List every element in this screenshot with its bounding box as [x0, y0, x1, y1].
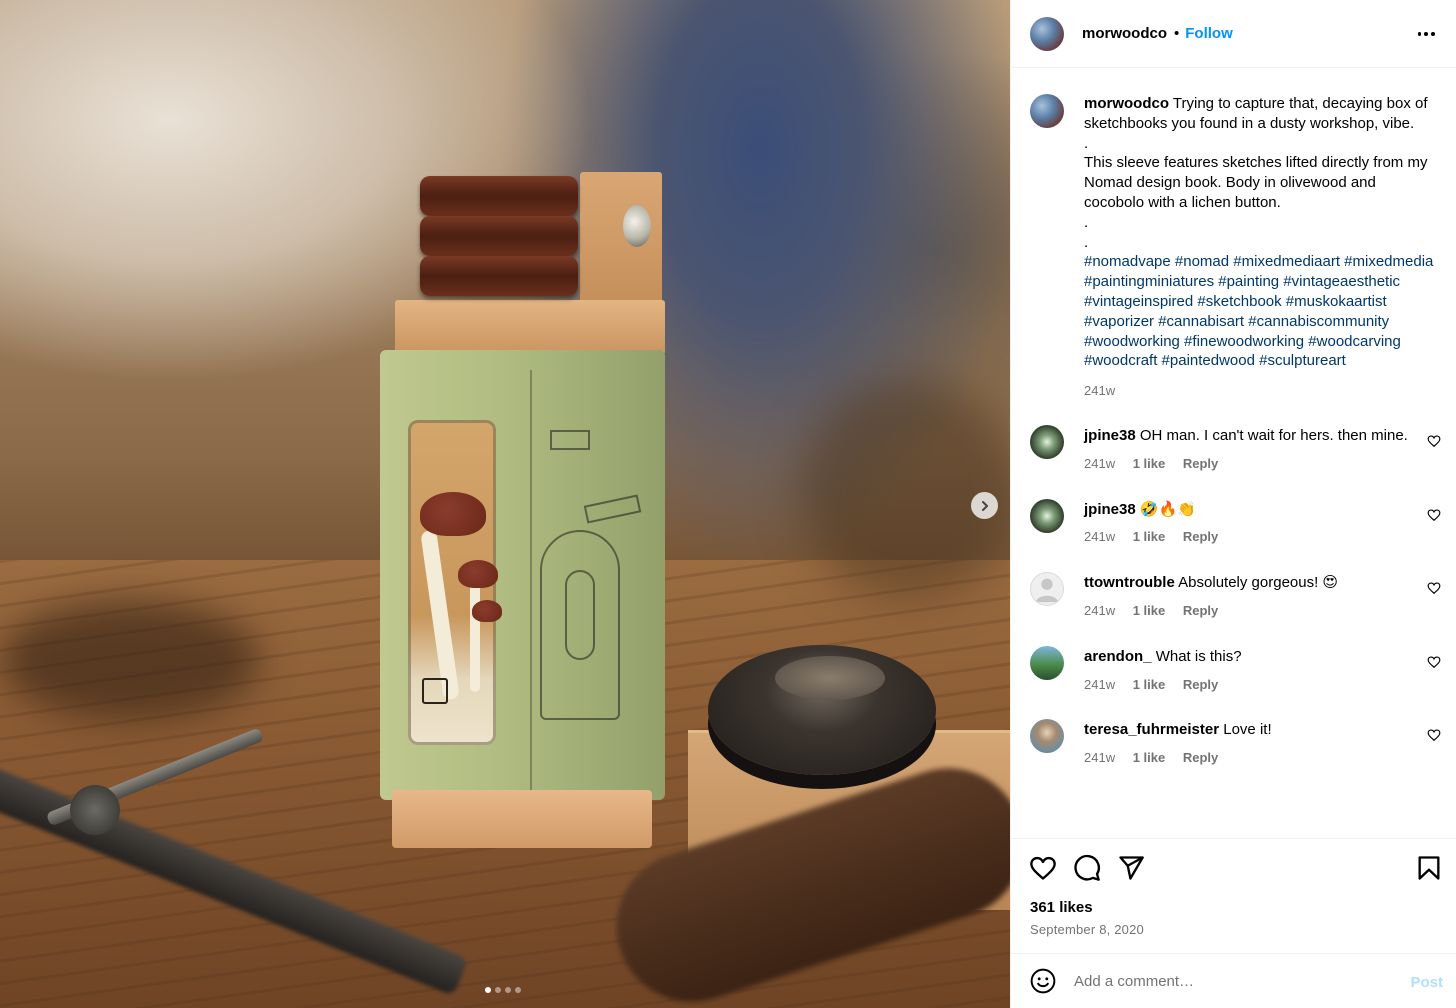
post-caption: morwoodco Trying to capture that, decayi…: [1011, 94, 1456, 401]
comment-username[interactable]: arendon_: [1084, 648, 1152, 665]
photo-blur-left: [0, 600, 260, 720]
commenter-avatar[interactable]: [1030, 424, 1064, 459]
post-header: morwoodco • Follow: [1011, 0, 1456, 68]
comment-time: 241w: [1084, 750, 1116, 766]
comment-item: jpine38 🤣🔥👏 241w 1 like Reply: [1011, 498, 1456, 548]
caption-author-avatar[interactable]: [1030, 94, 1064, 128]
comment-username[interactable]: jpine38: [1084, 501, 1136, 518]
post-comment-button[interactable]: Post: [1410, 974, 1443, 991]
header-separator: •: [1174, 25, 1180, 42]
default-user-icon: [1035, 578, 1059, 603]
author-avatar[interactable]: [1030, 16, 1064, 51]
comment-username[interactable]: ttowntrouble: [1084, 574, 1175, 591]
comment-like-heart-icon[interactable]: [1427, 728, 1441, 742]
like-heart-icon[interactable]: [1029, 854, 1057, 882]
comment-text: 🤣🔥👏: [1139, 500, 1196, 518]
comment-text: OH man. I can't wait for hers. then mine…: [1139, 426, 1408, 444]
comment-reply-button[interactable]: Reply: [1183, 677, 1218, 692]
comment-item: arendon_ What is this? 241w 1 like Reply: [1011, 645, 1456, 695]
carousel-dot-active: [485, 987, 491, 993]
carousel-indicator: [485, 987, 521, 993]
comment-item: jpine38 OH man. I can't wait for hers. t…: [1011, 424, 1456, 474]
comment-meta: 241w 1 like Reply: [1084, 748, 1437, 768]
comment-like-heart-icon[interactable]: [1427, 434, 1441, 448]
photo-sketch: [565, 570, 595, 660]
more-options-icon[interactable]: [1416, 24, 1436, 44]
comment-text: Love it!: [1223, 721, 1272, 739]
carousel-dot: [515, 987, 521, 993]
comment-likes[interactable]: 1 like: [1133, 603, 1166, 618]
comment-like-heart-icon[interactable]: [1427, 508, 1441, 522]
comment-username[interactable]: jpine38: [1084, 427, 1136, 444]
caption-time: 241w: [1084, 383, 1116, 399]
author-username[interactable]: morwoodco: [1082, 25, 1167, 42]
chevron-right-icon: [981, 500, 988, 511]
photo-ring: [420, 216, 578, 256]
comment-item: ttowntrouble Absolutely gorgeous! 😍 241w…: [1011, 572, 1456, 621]
comment-input[interactable]: [1074, 969, 1394, 993]
commenter-avatar[interactable]: [1030, 719, 1064, 754]
comment-meta: 241w 1 like Reply: [1084, 527, 1437, 547]
comment-text: Absolutely gorgeous! 😍: [1178, 574, 1339, 592]
comment-username[interactable]: teresa_fuhrmeister: [1084, 721, 1219, 738]
post-actions: 361 likes September 8, 2020: [1011, 838, 1456, 953]
comment-time: 241w: [1084, 455, 1116, 471]
comment-likes[interactable]: 1 like: [1133, 456, 1166, 471]
comment-text: What is this?: [1155, 647, 1242, 665]
carousel-dot: [495, 987, 501, 993]
add-comment-bar: Post: [1011, 953, 1456, 1008]
photo-maker-seal: [422, 678, 448, 704]
comment-likes[interactable]: 1 like: [1133, 750, 1166, 765]
caption-username[interactable]: morwoodco: [1084, 95, 1169, 112]
photo-knob-top: [775, 656, 885, 700]
commenter-avatar[interactable]: [1030, 645, 1064, 680]
likes-count[interactable]: 361 likes: [1030, 899, 1093, 916]
comment-item: teresa_fuhrmeister Love it! 241w 1 like …: [1011, 719, 1456, 768]
carousel-dot: [505, 987, 511, 993]
photo-mushroom-cap: [472, 600, 502, 622]
photo-ring: [420, 176, 578, 216]
post-sidebar: morwoodco • Follow morwoodco Trying to c…: [1010, 0, 1456, 1008]
comment-meta: 241w 1 like Reply: [1084, 454, 1437, 474]
photo-base: [392, 790, 652, 848]
post-photo: [0, 0, 1010, 1008]
comment-meta: 241w 1 like Reply: [1084, 675, 1437, 695]
save-bookmark-icon[interactable]: [1415, 854, 1443, 882]
comment-meta: 241w 1 like Reply: [1084, 601, 1437, 621]
share-send-icon[interactable]: [1117, 854, 1145, 882]
commenter-avatar-default[interactable]: [1030, 572, 1064, 607]
comment-time: 241w: [1084, 529, 1116, 545]
comment-reply-button[interactable]: Reply: [1183, 529, 1218, 544]
photo-mushroom-cap: [458, 560, 498, 588]
caption-text: Trying to capture that, decaying box of …: [1084, 95, 1428, 251]
follow-button[interactable]: Follow: [1185, 25, 1233, 42]
photo-top-block: [395, 300, 665, 355]
carousel-next-button[interactable]: [971, 492, 998, 519]
photo-mushroom-stem: [470, 582, 480, 692]
comment-time: 241w: [1084, 676, 1116, 692]
comment-reply-button[interactable]: Reply: [1183, 456, 1218, 471]
comment-reply-button[interactable]: Reply: [1183, 750, 1218, 765]
comment-reply-button[interactable]: Reply: [1183, 603, 1218, 618]
emoji-smiley-icon[interactable]: [1030, 968, 1056, 994]
photo-sketch: [550, 430, 590, 450]
photo-blur-right: [800, 380, 1010, 600]
caption-hashtags[interactable]: #nomadvape #nomad #mixedmediaart #mixedm…: [1084, 252, 1437, 371]
photo-mushroom-cap: [420, 492, 486, 536]
comments-scroll-area[interactable]: morwoodco Trying to capture that, decayi…: [1011, 68, 1456, 838]
comment-like-heart-icon[interactable]: [1427, 581, 1441, 595]
photo-lens: [623, 205, 651, 247]
commenter-avatar[interactable]: [1030, 498, 1064, 533]
comment-likes[interactable]: 1 like: [1133, 529, 1166, 544]
comment-likes[interactable]: 1 like: [1133, 677, 1166, 692]
comment-time: 241w: [1084, 602, 1116, 618]
comment-bubble-icon[interactable]: [1073, 854, 1101, 882]
photo-ring: [420, 256, 578, 296]
comment-like-heart-icon[interactable]: [1427, 655, 1441, 669]
photo-screw-head: [70, 785, 120, 835]
photo-vaporizer: [380, 170, 680, 850]
post-date: September 8, 2020: [1030, 922, 1144, 937]
